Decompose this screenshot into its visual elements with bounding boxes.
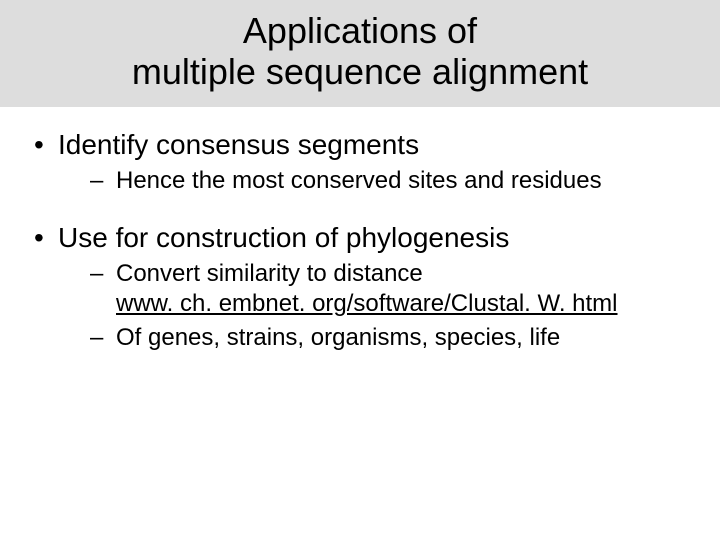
sub-bullet-text: Hence the most conserved sites and resid… [116,167,602,194]
sub-bullet-text: Convert similarity to distance [116,260,423,287]
sub-bullet-list: Convert similarity to distance www. ch. … [58,259,690,353]
sub-bullet-item: Hence the most conserved sites and resid… [58,166,690,196]
bullet-text: Identify consensus segments [58,129,419,160]
sub-bullet-item: Convert similarity to distance www. ch. … [58,259,690,319]
slide-title: Applications of multiple sequence alignm… [20,10,700,93]
slide-body: Identify consensus segments Hence the mo… [0,107,720,353]
bullet-item: Identify consensus segments Hence the mo… [30,127,690,196]
bullet-list: Identify consensus segments Hence the mo… [30,127,690,353]
slide: Applications of multiple sequence alignm… [0,0,720,540]
title-band: Applications of multiple sequence alignm… [0,0,720,107]
bullet-text: Use for construction of phylogenesis [58,222,509,253]
bullet-item: Use for construction of phylogenesis Con… [30,220,690,353]
sub-bullet-text: Of genes, strains, organisms, species, l… [116,324,560,351]
title-line-1: Applications of [243,10,477,51]
title-line-2: multiple sequence alignment [132,51,588,92]
hyperlink[interactable]: www. ch. embnet. org/software/Clustal. W… [116,290,618,317]
sub-bullet-list: Hence the most conserved sites and resid… [58,166,690,196]
sub-bullet-item: Of genes, strains, organisms, species, l… [58,323,690,353]
